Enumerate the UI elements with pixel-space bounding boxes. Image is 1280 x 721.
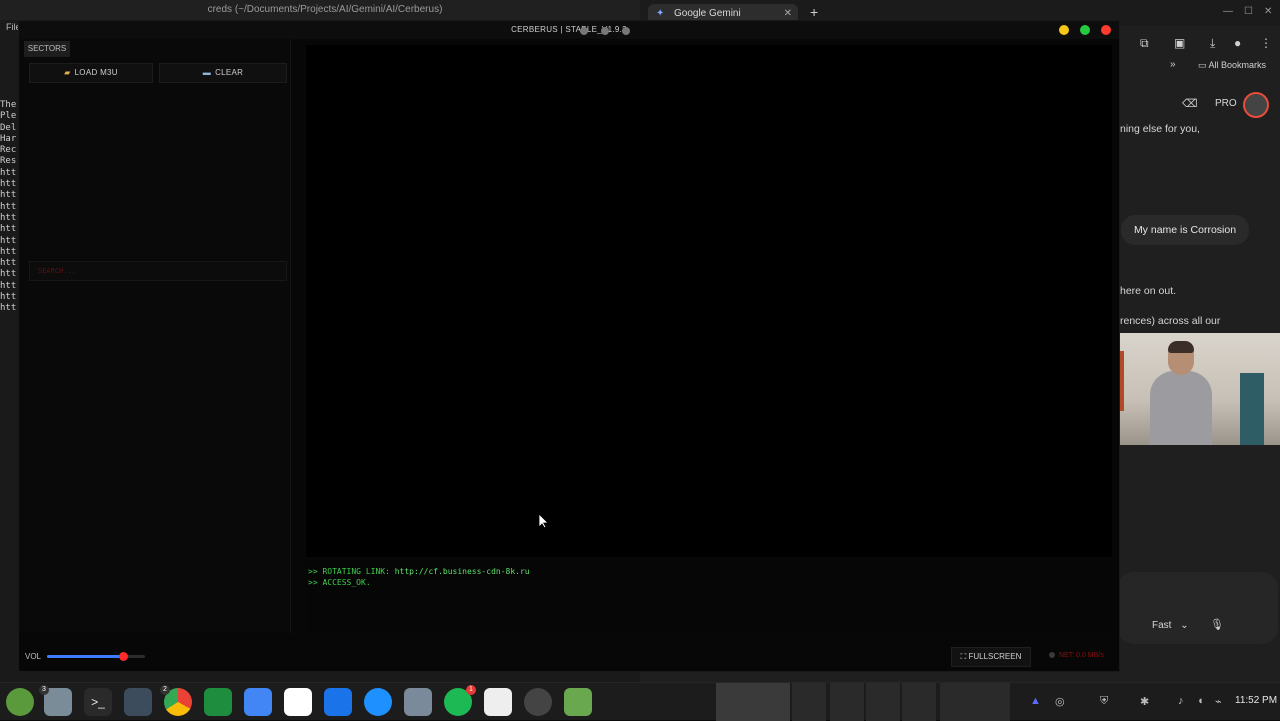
volume-fill bbox=[47, 655, 124, 658]
user-message-bubble: My name is Corrosion bbox=[1121, 215, 1249, 245]
chevron-down-icon: ⌄ bbox=[1180, 620, 1189, 631]
app-title: CERBERUS | STABLE_V1.9.3 bbox=[19, 21, 1119, 39]
extension-icon[interactable]: ⧉ bbox=[1140, 36, 1149, 51]
sectors-sidebar: SECTORS ▰ LOAD M3U ▬ CLEAR bbox=[19, 39, 291, 633]
mouse-cursor-icon bbox=[538, 513, 549, 529]
maximize-window-button[interactable] bbox=[1080, 25, 1090, 35]
microphone-icon[interactable]: 🎙 bbox=[1210, 618, 1224, 631]
clear-label: CLEAR bbox=[215, 68, 244, 77]
app-icon[interactable] bbox=[404, 688, 432, 716]
chevron-double-right-icon[interactable]: » bbox=[1170, 59, 1176, 70]
net-status-dot bbox=[1049, 652, 1055, 658]
load-m3u-label: LOAD M3U bbox=[74, 68, 118, 77]
clock: 11:52 PM bbox=[1235, 695, 1278, 706]
chat-text-line-2: here on out. bbox=[1120, 285, 1177, 297]
cerberus-app-window: CERBERUS | STABLE_V1.9.3 SECTORS ▰ LOAD M… bbox=[18, 20, 1120, 672]
prompt-input-box[interactable] bbox=[1118, 572, 1278, 644]
console-link: http://cf.business-cdn-8k.ru bbox=[394, 567, 530, 576]
taskbar-window-spotify[interactable] bbox=[902, 683, 936, 721]
mac-dot-3 bbox=[622, 27, 630, 35]
minimize-window-button[interactable] bbox=[1059, 25, 1069, 35]
background-door bbox=[1240, 373, 1264, 445]
close-window-icon[interactable]: ✕ bbox=[1264, 6, 1272, 17]
trash-icon: ▬ bbox=[202, 68, 212, 77]
close-window-button[interactable] bbox=[1101, 25, 1111, 35]
menu-kebab-icon[interactable]: ⋮ bbox=[1260, 36, 1272, 50]
control-bar: VOL ⛶ FULLSCREEN NET: 0.0 MB/s bbox=[19, 643, 1119, 671]
all-bookmarks-link[interactable]: ▭ All Bookmarks bbox=[1198, 60, 1266, 71]
terminal-icon[interactable]: >_ bbox=[84, 688, 112, 716]
tray-notification-icon[interactable]: ♪ bbox=[1178, 695, 1184, 707]
messenger-icon[interactable] bbox=[364, 688, 392, 716]
editor-title: creds (~/Documents/Projects/AI/Gemini/AI… bbox=[0, 0, 650, 20]
video-viewer[interactable] bbox=[306, 45, 1112, 557]
gmail-icon[interactable] bbox=[284, 688, 312, 716]
volume-label: VOL bbox=[25, 652, 42, 661]
user-avatar[interactable] bbox=[1243, 92, 1269, 118]
settings-gear-icon[interactable] bbox=[564, 688, 592, 716]
model-select-label: Fast bbox=[1152, 620, 1172, 631]
load-m3u-button[interactable]: ▰ LOAD M3U bbox=[29, 63, 153, 83]
all-bookmarks-label: All Bookmarks bbox=[1208, 60, 1267, 70]
chat-text-line-1: ning else for you, bbox=[1120, 123, 1200, 135]
docs-icon[interactable] bbox=[244, 688, 272, 716]
clear-button[interactable]: ▬ CLEAR bbox=[159, 63, 287, 83]
taskbar-window-active[interactable] bbox=[716, 683, 790, 721]
console-log: >> ROTATING LINK: http://cf.business-cdn… bbox=[306, 561, 1112, 633]
system-monitor-icon[interactable] bbox=[124, 688, 152, 716]
tray-network-icon[interactable]: ⌁ bbox=[1215, 695, 1222, 708]
tray-search-icon[interactable]: ◎ bbox=[1055, 695, 1065, 708]
taskbar-window-terminal[interactable] bbox=[792, 683, 826, 721]
tray-app-icon[interactable]: ▲ bbox=[1030, 695, 1041, 707]
chat-icon[interactable] bbox=[204, 688, 232, 716]
sectors-tab[interactable]: SECTORS bbox=[24, 41, 70, 57]
console-line-1: >> ROTATING LINK: http://cf.business-cdn… bbox=[308, 567, 530, 576]
browser-toolbar: ⧉ ▣ ⤓ ● ⋮ bbox=[1118, 36, 1280, 58]
fullscreen-button[interactable]: ⛶ FULLSCREEN bbox=[951, 647, 1031, 667]
taskbar-window-blank[interactable] bbox=[940, 683, 1010, 721]
chat-badge: 2 bbox=[160, 685, 170, 695]
new-tab-button[interactable]: + bbox=[810, 4, 818, 20]
mac-dot-2 bbox=[601, 27, 609, 35]
files-badge: 3 bbox=[39, 685, 49, 695]
net-status: NET: 0.0 MB/s bbox=[1059, 652, 1104, 659]
text-editor-icon[interactable] bbox=[484, 688, 512, 716]
obs-icon[interactable] bbox=[524, 688, 552, 716]
spotify-badge: 1 bbox=[466, 685, 476, 695]
volume-thumb[interactable] bbox=[119, 652, 129, 661]
mac-dot-1 bbox=[580, 27, 588, 35]
browser-tab-title: Google Gemini bbox=[674, 8, 741, 19]
volume-slider[interactable] bbox=[47, 652, 145, 661]
model-select[interactable]: Fast ⌄ bbox=[1152, 620, 1189, 631]
tray-bluetooth-icon[interactable]: ✱ bbox=[1140, 695, 1149, 708]
leaf-launcher-icon[interactable] bbox=[6, 688, 34, 716]
screen-share-icon[interactable]: ▣ bbox=[1174, 36, 1185, 50]
delete-chat-icon[interactable]: ⌫ bbox=[1182, 97, 1198, 110]
search-input[interactable] bbox=[29, 261, 287, 281]
outlook-icon[interactable] bbox=[324, 688, 352, 716]
tray-volume-icon[interactable]: ◖ bbox=[1197, 695, 1204, 707]
taskbar-window-terminal-2[interactable] bbox=[866, 683, 900, 721]
taskbar-window-chrome[interactable] bbox=[830, 683, 864, 721]
maximize-icon[interactable]: ☐ bbox=[1244, 6, 1253, 17]
folder-icon: ▭ bbox=[1198, 60, 1207, 70]
taskbar: 3 >_ 2 1 ▲ ◎ ⛨ ✱ ♪ ◖ ⌁ 11:52 PM bbox=[0, 682, 1280, 721]
download-icon[interactable]: ⤓ bbox=[1210, 36, 1215, 51]
minimize-icon[interactable]: — bbox=[1223, 6, 1233, 17]
chat-text-line-3: rences) across all our bbox=[1120, 315, 1221, 327]
folder-icon: ▰ bbox=[64, 68, 71, 77]
fullscreen-label: FULLSCREEN bbox=[968, 652, 1022, 661]
webcam-person bbox=[1150, 341, 1212, 445]
tray-shield-icon[interactable]: ⛨ bbox=[1100, 695, 1108, 708]
profile-icon[interactable]: ● bbox=[1234, 36, 1241, 50]
console-line-2: >> ACCESS_OK. bbox=[308, 578, 371, 587]
pro-badge: PRO bbox=[1215, 98, 1237, 109]
fullscreen-icon: ⛶ bbox=[960, 652, 967, 661]
